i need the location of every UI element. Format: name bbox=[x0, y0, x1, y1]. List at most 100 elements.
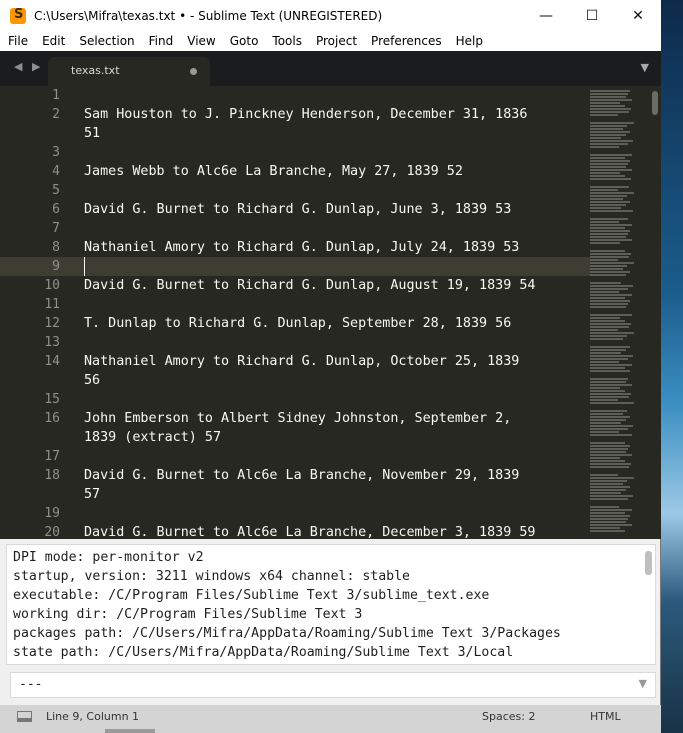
status-bar: Line 9, Column 1 Spaces: 2 HTML bbox=[0, 705, 661, 733]
minimap-line bbox=[590, 320, 625, 322]
menu-find[interactable]: Find bbox=[143, 34, 180, 48]
minimap-line bbox=[590, 192, 634, 194]
minimap-line bbox=[590, 274, 626, 276]
code-line[interactable]: David G. Burnet to Richard G. Dunlap, Ju… bbox=[84, 200, 584, 219]
line-number: 19 bbox=[44, 506, 60, 521]
minimap-line bbox=[590, 125, 627, 127]
menu-tools[interactable]: Tools bbox=[266, 34, 308, 48]
horizontal-scroll-thumb[interactable] bbox=[105, 729, 155, 733]
line-number: 3 bbox=[52, 145, 60, 160]
console-scroll-thumb[interactable] bbox=[645, 551, 652, 575]
menu-project[interactable]: Project bbox=[310, 34, 363, 48]
minimap-line bbox=[590, 442, 625, 444]
tab-nav-arrows-icon[interactable]: ◀ ▶ bbox=[14, 60, 43, 73]
minimap-line bbox=[590, 268, 623, 270]
minimap-line bbox=[590, 524, 632, 526]
minimap-line bbox=[590, 157, 625, 159]
minimap-line bbox=[590, 448, 628, 450]
minimap-line bbox=[590, 134, 626, 136]
minimap-line bbox=[590, 160, 630, 162]
code-line[interactable]: Nathaniel Amory to Richard G. Dunlap, Oc… bbox=[84, 352, 584, 371]
menu-preferences[interactable]: Preferences bbox=[365, 34, 448, 48]
code-line[interactable]: T. Dunlap to Richard G. Dunlap, Septembe… bbox=[84, 314, 584, 333]
close-button[interactable]: ✕ bbox=[615, 0, 661, 31]
menu-view[interactable]: View bbox=[181, 34, 221, 48]
minimap-line bbox=[590, 338, 623, 340]
console-output[interactable]: DPI mode: per-monitor v2 startup, version… bbox=[6, 544, 656, 665]
menu-help[interactable]: Help bbox=[450, 34, 489, 48]
line-number: 12 bbox=[44, 316, 60, 331]
desktop-background bbox=[661, 0, 683, 733]
minimap-line bbox=[590, 253, 631, 255]
minimap-line bbox=[590, 361, 619, 363]
minimap-line bbox=[590, 483, 623, 485]
minimap-line bbox=[590, 364, 632, 366]
line-number: 17 bbox=[44, 449, 60, 464]
minimap-line bbox=[590, 515, 630, 517]
console-input[interactable]: --- ▼ bbox=[10, 672, 656, 698]
minimap[interactable] bbox=[590, 86, 650, 539]
code-line[interactable]: David G. Burnet to Alc6e La Branche, Nov… bbox=[84, 466, 584, 485]
minimap-line bbox=[590, 346, 630, 348]
minimap-line bbox=[590, 393, 631, 395]
minimap-line bbox=[590, 387, 620, 389]
code-line[interactable]: 57 bbox=[84, 485, 584, 504]
maximize-button[interactable]: ☐ bbox=[569, 0, 615, 31]
minimap-line bbox=[590, 480, 627, 482]
minimap-line bbox=[590, 198, 623, 200]
title-bar[interactable]: C:\Users\Mifra\texas.txt • - Sublime Tex… bbox=[0, 0, 661, 31]
line-number: 20 bbox=[44, 525, 60, 539]
editor-scroll-thumb[interactable] bbox=[652, 91, 658, 115]
minimap-line bbox=[590, 262, 634, 264]
code-line[interactable]: John Emberson to Albert Sidney Johnston,… bbox=[84, 409, 584, 428]
menu-edit[interactable]: Edit bbox=[36, 34, 71, 48]
tab-bar: ◀ ▶ texas.txt ▼ bbox=[0, 51, 661, 86]
menu-file[interactable]: File bbox=[2, 34, 34, 48]
code-line[interactable]: Nathaniel Amory to Richard G. Dunlap, Ju… bbox=[84, 238, 584, 257]
minimize-button[interactable]: — bbox=[523, 0, 569, 31]
editor-scrollbar[interactable] bbox=[650, 86, 661, 539]
minimap-line bbox=[590, 428, 628, 430]
minimap-line bbox=[590, 419, 626, 421]
status-syntax[interactable]: HTML bbox=[590, 710, 621, 723]
code-line[interactable]: David G. Burnet to Richard G. Dunlap, Au… bbox=[84, 276, 584, 295]
minimap-line bbox=[590, 431, 619, 433]
unsaved-dot-icon[interactable] bbox=[190, 68, 197, 75]
minimap-line bbox=[590, 140, 633, 142]
line-number: 14 bbox=[44, 354, 60, 369]
status-cursor-position[interactable]: Line 9, Column 1 bbox=[46, 710, 139, 723]
minimap-line bbox=[590, 131, 630, 133]
minimap-line bbox=[590, 326, 629, 328]
line-number: 11 bbox=[44, 297, 60, 312]
menu-selection[interactable]: Selection bbox=[73, 34, 140, 48]
chevron-down-icon[interactable]: ▼ bbox=[639, 677, 647, 690]
line-number: 15 bbox=[44, 392, 60, 407]
code-line[interactable]: Sam Houston to J. Pinckney Henderson, De… bbox=[84, 105, 584, 124]
editor-area[interactable]: 1 2 3 4 5 6 7 8 9 10 11 12 13 14 15 16 17 18 19 20 Sam Hous… bbox=[0, 86, 661, 539]
code-line[interactable]: 56 bbox=[84, 371, 584, 390]
minimap-line bbox=[590, 506, 619, 508]
minimap-line bbox=[590, 381, 626, 383]
code-line[interactable]: David G. Burnet to Alc6e La Branche, Dec… bbox=[84, 523, 584, 539]
status-indentation[interactable]: Spaces: 2 bbox=[482, 710, 535, 723]
code-line[interactable]: 51 bbox=[84, 124, 584, 143]
panel-toggle-icon[interactable] bbox=[17, 711, 32, 722]
minimap-line bbox=[590, 495, 633, 497]
tab-texas-txt[interactable]: texas.txt bbox=[48, 57, 210, 86]
minimap-line bbox=[590, 498, 628, 500]
minimap-line bbox=[590, 329, 618, 331]
minimap-line bbox=[590, 297, 625, 299]
line-number: 7 bbox=[52, 221, 60, 236]
window-title: C:\Users\Mifra\texas.txt • - Sublime Tex… bbox=[34, 8, 383, 23]
menu-goto[interactable]: Goto bbox=[224, 34, 265, 48]
console-input-value: --- bbox=[19, 677, 43, 692]
minimap-line bbox=[590, 518, 628, 520]
code-line[interactable]: 1839 (extract) 57 bbox=[84, 428, 584, 447]
tab-list-dropdown-icon[interactable]: ▼ bbox=[641, 61, 649, 74]
minimap-line bbox=[590, 291, 619, 293]
minimap-line bbox=[590, 317, 620, 319]
minimap-line bbox=[590, 416, 630, 418]
minimap-line bbox=[590, 186, 629, 188]
minimap-line bbox=[590, 454, 632, 456]
code-line[interactable]: James Webb to Alc6e La Branche, May 27, … bbox=[84, 162, 584, 181]
